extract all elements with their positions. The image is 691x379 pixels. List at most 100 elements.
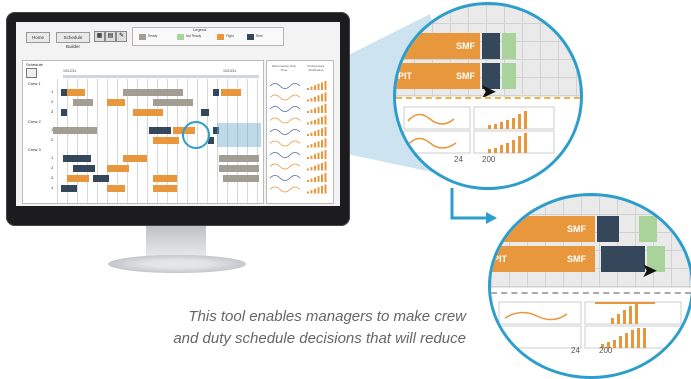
duty-block[interactable] xyxy=(223,175,259,182)
schedule-builder-button[interactable]: Schedule Builder xyxy=(56,32,90,49)
rest-block-zoom-1[interactable] xyxy=(482,33,500,59)
legend-swatch-rest[interactable] xyxy=(247,34,254,40)
flight-block[interactable] xyxy=(107,99,125,106)
distribution-bar xyxy=(307,145,309,148)
crew-label-2[interactable]: Crew 2 xyxy=(28,119,41,124)
distribution-bar xyxy=(321,116,323,125)
duty-block[interactable] xyxy=(149,127,171,134)
flight-block[interactable] xyxy=(67,175,89,182)
distribution-bar xyxy=(310,144,313,148)
distribution-bar xyxy=(317,164,320,171)
flight-block[interactable] xyxy=(153,137,179,144)
distribution-bar xyxy=(314,131,316,136)
distribution-bar xyxy=(321,151,323,159)
not-ready-block-zoom-1[interactable] xyxy=(502,33,516,59)
axis-tick: 28 xyxy=(667,346,676,355)
distribution-bar xyxy=(321,82,323,90)
flight-bar-zoom-4[interactable]: PIT SMF xyxy=(491,246,595,272)
flight-block[interactable] xyxy=(107,165,129,172)
flight-block[interactable] xyxy=(107,185,125,192)
sparkline xyxy=(269,186,301,193)
distribution-bar xyxy=(314,165,316,171)
duty-block[interactable] xyxy=(93,175,109,182)
distribution-bar xyxy=(314,119,316,125)
flight-block[interactable] xyxy=(123,155,147,162)
flight-block[interactable] xyxy=(153,175,177,182)
distribution-bar xyxy=(314,142,316,148)
rest-block-zoom-3[interactable] xyxy=(597,216,619,242)
duty-block[interactable] xyxy=(73,99,93,106)
flight-block[interactable] xyxy=(221,89,241,96)
legend-title: Legend xyxy=(193,27,207,32)
distribution-bar xyxy=(317,83,320,90)
not-ready-block-zoom-3[interactable] xyxy=(639,216,657,242)
calendar-icon[interactable]: ▦ xyxy=(94,31,105,42)
duty-block[interactable] xyxy=(219,165,259,172)
distribution-bar xyxy=(307,180,309,182)
axis-tick: 200 xyxy=(482,155,496,164)
flight-block[interactable] xyxy=(133,109,163,116)
timeline-scrollbar[interactable] xyxy=(63,75,259,78)
flight-block[interactable] xyxy=(153,185,177,192)
duty-block[interactable] xyxy=(123,89,183,96)
distribution-bar xyxy=(324,81,327,90)
duty-block[interactable] xyxy=(153,99,193,106)
axis-tick: 24 xyxy=(454,155,463,164)
distribution-bar xyxy=(324,127,327,136)
flight-bar-zoom-2[interactable]: PIT SMF xyxy=(396,63,480,89)
duty-block[interactable] xyxy=(213,89,219,96)
not-ready-block-zoom-2[interactable] xyxy=(502,63,516,89)
distribution-bar xyxy=(324,184,327,194)
legend-swatch-ready[interactable] xyxy=(139,34,146,40)
distribution-bar xyxy=(307,191,309,194)
monitor-base xyxy=(108,255,246,273)
crew-label-3[interactable]: Crew 3 xyxy=(28,147,41,152)
duty-block[interactable] xyxy=(201,109,209,116)
distribution-bar xyxy=(310,178,313,182)
duty-block[interactable] xyxy=(63,155,91,162)
duty-block[interactable] xyxy=(61,185,77,192)
grid-column-line xyxy=(97,79,98,203)
tools-icon[interactable]: ✎ xyxy=(116,31,127,42)
duty-block[interactable] xyxy=(73,165,95,172)
legend-label-flight: Flight xyxy=(226,34,234,38)
distribution-bar xyxy=(307,111,309,113)
duty-block[interactable] xyxy=(219,155,259,162)
distribution-bar xyxy=(324,150,327,159)
distribution-bar xyxy=(317,152,320,159)
performance-zoom-chart-2 xyxy=(498,301,682,349)
distribution-bar xyxy=(314,96,316,102)
grid-column-line xyxy=(147,79,148,203)
distribution-bar xyxy=(317,141,320,148)
distribution-bar xyxy=(307,88,309,90)
rest-block-dragged[interactable] xyxy=(601,246,645,272)
legend-swatch-flight[interactable] xyxy=(217,34,224,40)
distribution-bar xyxy=(307,157,309,159)
distribution-bar xyxy=(317,187,320,194)
distribution-bar xyxy=(310,86,313,90)
duty-block[interactable] xyxy=(53,127,97,134)
save-icon[interactable]: ▤ xyxy=(105,31,116,42)
flight-bar-zoom-1[interactable]: SMF xyxy=(396,33,480,59)
schedule-panel: Schedule 10/12/11 10/13/11 Crew 1 1 2 3 … xyxy=(22,60,264,204)
sparkline xyxy=(269,117,301,124)
selected-region[interactable] xyxy=(217,123,261,147)
legend-swatch-not-ready[interactable] xyxy=(177,34,184,40)
distribution-bar xyxy=(307,168,309,171)
distribution-bar xyxy=(321,162,323,171)
distribution-bar xyxy=(310,132,313,136)
overview-icon[interactable] xyxy=(26,68,37,78)
flight-block[interactable] xyxy=(67,89,85,96)
axis-tick: 24 xyxy=(571,346,580,355)
duty-block[interactable] xyxy=(61,109,67,116)
crew-label-1[interactable]: Crew 1 xyxy=(28,81,41,86)
distribution-bar xyxy=(321,174,323,182)
distribution-bar xyxy=(324,161,327,171)
app-screen: Home Schedule Builder ▦ ▤ ✎ Legend Ready… xyxy=(16,22,340,206)
flight-bar-zoom-3[interactable]: SMF xyxy=(491,216,595,242)
legend-label-rest: Rest xyxy=(256,34,263,38)
home-button[interactable]: Home xyxy=(26,32,50,43)
distribution-bar xyxy=(317,118,320,125)
distribution-bar xyxy=(310,167,313,171)
performance-zoom-1: 24 200 xyxy=(396,97,580,187)
